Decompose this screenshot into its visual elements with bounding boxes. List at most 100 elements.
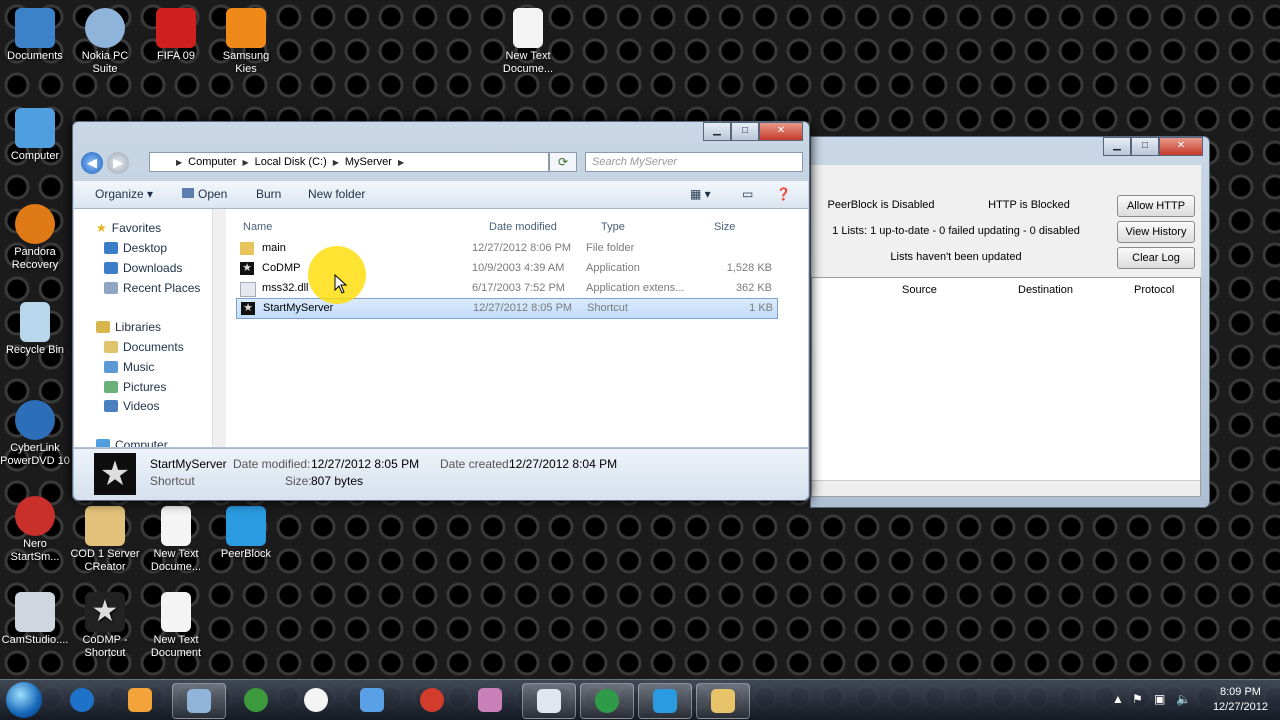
nav-pictures[interactable]: Pictures [104, 380, 166, 394]
music-icon [104, 361, 118, 373]
desktop-icon-new-text-3[interactable]: New Text Document [141, 592, 211, 660]
address-row: ◀ ▶ ▶ Computer ▶ Local Disk (C:) ▶ MySer… [81, 150, 803, 176]
column-destination[interactable]: Destination [1018, 284, 1073, 296]
open-button[interactable]: Open [182, 187, 227, 201]
close-button[interactable]: ✕ [1159, 137, 1203, 156]
column-source[interactable]: Source [902, 284, 937, 296]
minimize-button[interactable]: ▁ [703, 122, 731, 141]
desktop-icon-peerblock[interactable]: PeerBlock [211, 506, 281, 561]
taskbar-explorer-active[interactable] [522, 683, 576, 719]
file-row-startmyserver[interactable]: ★ StartMyServer 12/27/2012 8:05 PM Short… [236, 298, 778, 319]
maximize-button[interactable]: □ [731, 122, 759, 141]
nav-documents[interactable]: Documents [104, 340, 184, 354]
nav-videos[interactable]: Videos [104, 399, 159, 413]
taskbar-app-10[interactable] [580, 683, 634, 719]
network-tray-icon[interactable]: ▣ [1154, 692, 1165, 706]
nav-desktop[interactable]: Desktop [104, 241, 167, 255]
folder-icon [85, 506, 125, 546]
desktop-icon-codmp-shortcut[interactable]: ★ CoDMP - Shortcut [70, 592, 140, 660]
nav-libraries[interactable]: Libraries [96, 320, 161, 334]
taskbar-app-5[interactable] [290, 683, 342, 717]
http-status: HTTP is Blocked [988, 199, 1070, 211]
desktop-icon-kies[interactable]: Samsung Kies [211, 8, 281, 76]
taskbar-app-6[interactable] [346, 683, 398, 717]
nav-recent-places[interactable]: Recent Places [104, 281, 200, 295]
star-icon: ★ [85, 592, 125, 632]
column-type[interactable]: Type [601, 221, 625, 233]
documents-icon [15, 8, 55, 48]
details-name: StartMyServer [150, 457, 227, 471]
new-folder-button[interactable]: New folder [308, 187, 365, 201]
back-button[interactable]: ◀ [81, 152, 103, 174]
minimize-button[interactable]: ▁ [1103, 137, 1131, 156]
taskbar-chrome[interactable] [406, 683, 458, 717]
text-document-icon [161, 506, 191, 546]
help-icon[interactable]: ❓ [776, 187, 791, 201]
window-icon [187, 689, 211, 713]
show-hidden-icons-icon[interactable]: ▲ [1112, 692, 1124, 706]
desktop-icon-powerdvd[interactable]: CyberLink PowerDVD 10 [0, 400, 70, 468]
allow-http-button[interactable]: Allow HTTP [1117, 195, 1195, 217]
kies-icon [226, 8, 266, 48]
address-bar[interactable]: ▶ Computer ▶ Local Disk (C:) ▶ MyServer … [149, 152, 549, 172]
star-icon: ★ [94, 453, 136, 495]
taskbar-app-3[interactable] [172, 683, 226, 719]
organize-button[interactable]: Organize ▾ [95, 187, 153, 201]
desktop-icon-cod-creator[interactable]: COD 1 Server CReator [70, 506, 140, 574]
desktop-icon-nokia[interactable]: Nokia PC Suite [70, 8, 140, 76]
taskbar-app-4[interactable] [230, 683, 282, 717]
desktop-icon-camstudio[interactable]: CamStudio.... [0, 592, 70, 647]
pandora-icon [15, 204, 55, 244]
nav-music[interactable]: Music [104, 360, 154, 374]
desktop-icon-pandora[interactable]: Pandora Recovery [0, 204, 70, 272]
peerblock-icon [226, 506, 266, 546]
nav-favorites[interactable]: ★ Favorites [96, 221, 161, 235]
column-protocol[interactable]: Protocol [1134, 284, 1174, 296]
clock[interactable]: 8:09 PM 12/27/2012 [1213, 685, 1268, 715]
flag-icon[interactable]: ⚑ [1132, 692, 1143, 706]
burn-button[interactable]: Burn [256, 187, 281, 201]
clear-log-button[interactable]: Clear Log [1117, 247, 1195, 269]
taskbar-peerblock[interactable] [638, 683, 692, 719]
desktop-icon-recycle-bin[interactable]: Recycle Bin [0, 302, 70, 357]
breadcrumb-local-disk[interactable]: Local Disk (C:) [255, 156, 327, 168]
taskbar-ie[interactable] [56, 683, 108, 717]
horizontal-scrollbar[interactable] [812, 480, 1200, 496]
peerblock-log-list[interactable]: Source Destination Protocol [811, 277, 1201, 497]
breadcrumb-separator-icon: ▶ [242, 157, 249, 167]
taskbar-folder[interactable] [696, 683, 750, 719]
column-size[interactable]: Size [714, 221, 735, 233]
taskbar-media[interactable] [114, 683, 166, 717]
desktop-icon-new-text-2[interactable]: New Text Docume... [141, 506, 211, 574]
media-player-icon [128, 688, 152, 712]
start-button[interactable] [6, 682, 42, 718]
breadcrumb-computer[interactable]: Computer [188, 156, 236, 168]
view-history-button[interactable]: View History [1117, 221, 1195, 243]
breadcrumb-myserver[interactable]: MyServer [345, 156, 392, 168]
desktop-icon-new-text-1[interactable]: New Text Docume... [493, 8, 563, 76]
desktop-icon-documents[interactable]: Documents [0, 8, 70, 63]
forward-button[interactable]: ▶ [107, 152, 129, 174]
column-name[interactable]: Name [243, 221, 272, 233]
volume-icon[interactable]: 🔈 [1176, 692, 1191, 706]
column-date-modified[interactable]: Date modified [489, 221, 557, 233]
preview-pane-icon[interactable]: ▭ [742, 187, 753, 201]
taskbar-app-8[interactable] [464, 683, 516, 717]
close-button[interactable]: ✕ [759, 122, 803, 141]
network-icon [595, 689, 619, 713]
nav-computer[interactable]: Computer [96, 438, 168, 447]
view-options-icon[interactable]: ▦ ▾ [690, 187, 711, 201]
desktop-icon-fifa[interactable]: FIFA 09 [141, 8, 211, 63]
nokia-icon [360, 688, 384, 712]
nav-downloads[interactable]: Downloads [104, 261, 182, 275]
desktop-icon-computer[interactable]: Computer [0, 108, 70, 163]
peerblock-panel: PeerBlock is Disabled HTTP is Blocked Al… [811, 165, 1201, 497]
desktop-icon-nero[interactable]: Nero StartSm... [0, 496, 70, 564]
nav-scrollbar[interactable] [212, 209, 226, 447]
refresh-button[interactable]: ⟳ [549, 152, 577, 172]
breadcrumb-separator-icon: ▶ [397, 157, 405, 167]
search-input[interactable]: Search MyServer [585, 152, 803, 172]
maximize-button[interactable]: □ [1131, 137, 1159, 156]
chrome-icon [420, 688, 444, 712]
details-created: 12/27/2012 8:04 PM [509, 457, 618, 471]
